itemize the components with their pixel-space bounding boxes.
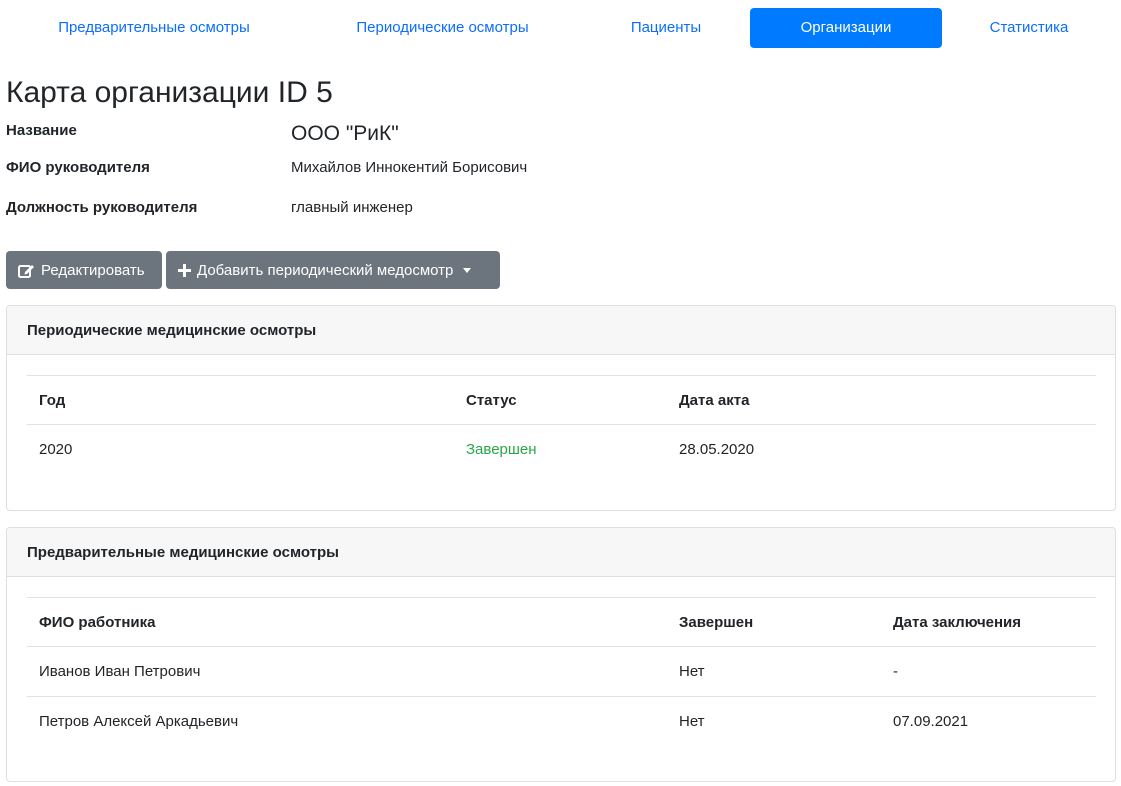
org-name-value: ООО "РиК" [291, 122, 399, 145]
org-head-label: ФИО руководителя [6, 159, 150, 176]
cell-act-date: 28.05.2020 [679, 441, 755, 458]
table-header-row: Год Статус Дата акта [27, 375, 1096, 425]
preliminary-exams-card: Предварительные медицинские осмотры ФИО … [6, 527, 1116, 782]
col-status: Статус [466, 392, 517, 409]
table-header-row: ФИО работника Завершен Дата заключения [27, 597, 1096, 647]
org-head-value: Михайлов Иннокентий Борисович [291, 159, 528, 176]
cell-completed: Нет [679, 663, 705, 680]
org-position-label: Должность руководителя [6, 199, 198, 216]
preliminary-exams-header: Предварительные медицинские осмотры [7, 528, 1115, 577]
col-completed: Завершен [679, 614, 754, 631]
col-act-date: Дата акта [679, 392, 750, 409]
nav-statistics[interactable]: Статистика [970, 8, 1088, 48]
plus-icon [178, 263, 191, 277]
table-row[interactable]: Петров Алексей Аркадьевич Нет 07.09.2021 [27, 696, 1096, 745]
edit-button-label: Редактировать [41, 261, 145, 279]
org-name-label: Название [6, 122, 77, 139]
edit-icon [18, 263, 35, 278]
col-year: Год [39, 392, 66, 409]
cell-completed: Нет [679, 713, 705, 730]
top-nav: Предварительные осмотры Периодические ос… [0, 8, 1121, 48]
page-title: Карта организации ID 5 [6, 76, 333, 109]
periodic-exams-table: Год Статус Дата акта 2020 Завершен 28.05… [27, 375, 1096, 474]
periodic-exams-card: Периодические медицинские осмотры Год Ст… [6, 305, 1116, 511]
preliminary-exams-table: ФИО работника Завершен Дата заключения И… [27, 597, 1096, 745]
org-position-value: главный инженер [291, 199, 413, 216]
cell-conclusion-date: 07.09.2021 [893, 713, 969, 730]
cell-year: 2020 [39, 441, 73, 458]
col-conclusion-date: Дата заключения [893, 614, 1022, 631]
periodic-exams-header: Периодические медицинские осмотры [7, 306, 1115, 355]
nav-preliminary-exams[interactable]: Предварительные осмотры [34, 8, 274, 48]
col-worker-name: ФИО работника [39, 614, 156, 631]
table-row[interactable]: Иванов Иван Петрович Нет - [27, 647, 1096, 696]
nav-patients[interactable]: Пациенты [610, 8, 722, 48]
add-periodic-exam-dropdown[interactable]: Добавить периодический медосмотр [166, 251, 500, 289]
caret-down-icon [463, 268, 472, 273]
nav-organizations[interactable]: Организации [750, 8, 942, 48]
add-periodic-exam-label: Добавить периодический медосмотр [197, 261, 454, 279]
cell-conclusion-date: - [893, 663, 898, 680]
edit-button[interactable]: Редактировать [6, 251, 162, 289]
cell-worker-name: Петров Алексей Аркадьевич [39, 713, 239, 730]
table-row[interactable]: 2020 Завершен 28.05.2020 [27, 425, 1096, 474]
nav-periodic-exams[interactable]: Периодические осмотры [330, 8, 555, 48]
cell-worker-name: Иванов Иван Петрович [39, 663, 201, 680]
status-badge: Завершен [466, 441, 537, 458]
